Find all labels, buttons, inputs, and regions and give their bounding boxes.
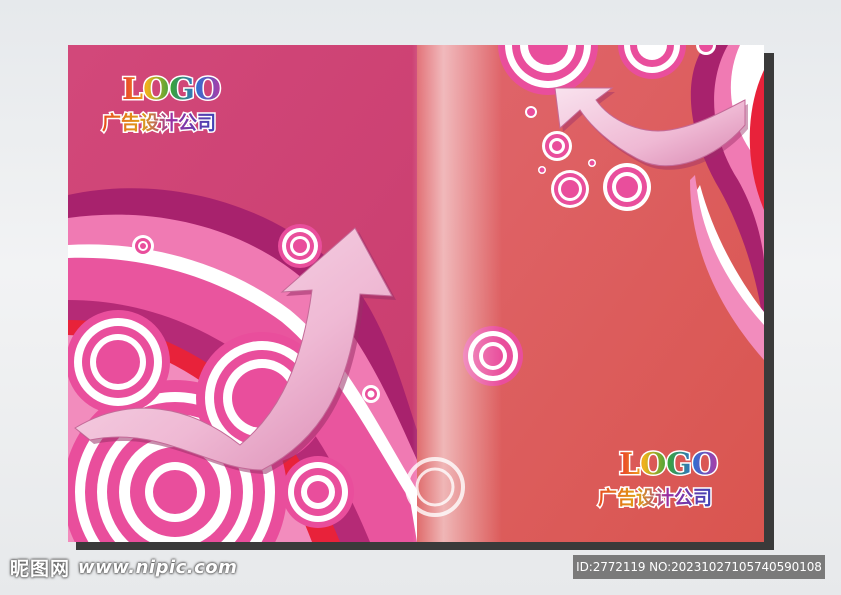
watermark-id-label: ID:2772119 NO:20231027105740590108 bbox=[573, 555, 825, 579]
ring-icon bbox=[696, 45, 716, 55]
ring-icon bbox=[542, 131, 572, 161]
ring-icon bbox=[551, 170, 589, 208]
front-company-name: 广告设计公司 bbox=[598, 486, 712, 509]
ring-icon bbox=[588, 159, 596, 167]
ring-icon bbox=[618, 45, 686, 79]
watermark-brand: 昵图网 www.nipic.com bbox=[10, 554, 237, 580]
back-logo-text: LOGO bbox=[122, 72, 221, 107]
ring-icon bbox=[278, 224, 322, 268]
ring-icon bbox=[362, 385, 380, 403]
ring-icon bbox=[525, 106, 537, 118]
ring-icon bbox=[68, 310, 170, 414]
ring-icon bbox=[603, 163, 651, 211]
back-company-name: 广告设计公司 bbox=[102, 111, 216, 134]
watermark-brand-name: 昵图网 bbox=[10, 557, 71, 580]
front-logo-text: LOGO bbox=[619, 447, 718, 482]
ring-icon bbox=[538, 166, 546, 174]
brochure-cover: LOGO 广告设计公司 LOGO 广告设计公司 bbox=[68, 45, 774, 550]
ring-icon bbox=[282, 456, 354, 528]
watermark-url: www.nipic.com bbox=[78, 556, 238, 578]
ring-icon bbox=[132, 235, 154, 257]
